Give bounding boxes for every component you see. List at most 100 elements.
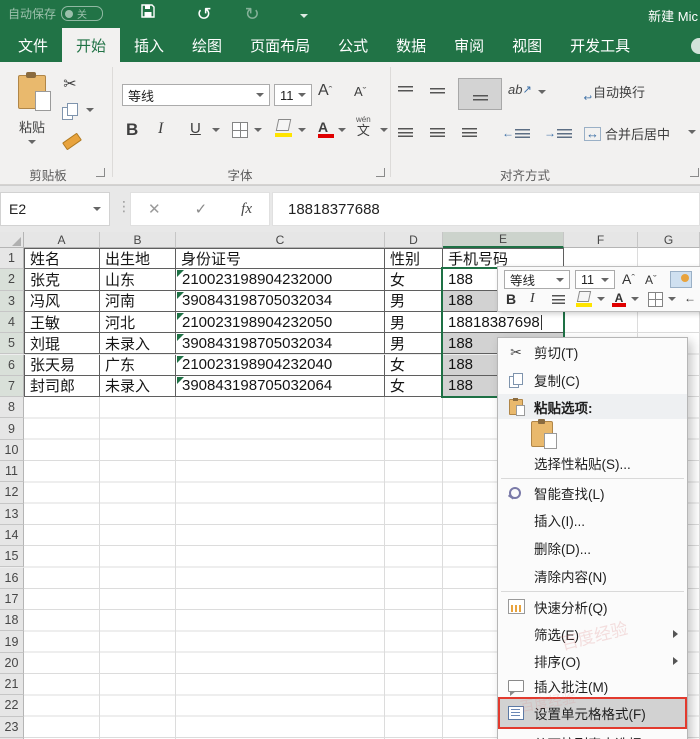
tab-view[interactable]: 视图 [498, 28, 556, 62]
tab-review[interactable]: 审阅 [440, 28, 498, 62]
row-header-13[interactable]: 13 [0, 504, 24, 525]
phonetic-dropdown-icon[interactable] [380, 128, 388, 132]
decrease-indent-button[interactable]: ← [502, 126, 530, 140]
column-header-F[interactable]: F [564, 232, 638, 248]
redo-icon[interactable]: ↻ [240, 3, 264, 25]
font-size-combo[interactable]: 11 [274, 84, 312, 106]
mini-increase-font-button[interactable]: A [622, 271, 635, 287]
merge-dropdown-icon[interactable] [688, 130, 696, 134]
insert-function-icon[interactable]: fx [241, 201, 252, 218]
row-header-17[interactable]: 17 [0, 589, 24, 610]
copy-button[interactable] [60, 102, 80, 120]
cell-D6[interactable]: 女 [385, 355, 443, 376]
mini-number-format-button[interactable]: ← [684, 291, 696, 305]
align-left-button[interactable] [398, 128, 413, 137]
cut-button[interactable]: ✂ [58, 74, 82, 94]
mini-fill-color-button[interactable] [576, 291, 592, 307]
middle-align-button[interactable] [430, 88, 445, 94]
row-header-11[interactable]: 11 [0, 461, 24, 482]
column-header-B[interactable]: B [100, 232, 176, 248]
row-header-4[interactable]: 4 [0, 312, 24, 333]
mini-font-color-dropdown-icon[interactable] [631, 297, 639, 301]
cell-A2[interactable]: 张克 [24, 269, 100, 290]
top-align-button[interactable] [398, 86, 413, 92]
row-header-16[interactable]: 16 [0, 568, 24, 589]
undo-icon[interactable]: ↺ [192, 3, 216, 25]
row-header-18[interactable]: 18 [0, 610, 24, 631]
column-header-D[interactable]: D [385, 232, 443, 248]
menu-item-paste-special[interactable]: 选择性粘贴(S)... [498, 449, 687, 477]
mini-format-painter-button[interactable] [670, 271, 692, 288]
tab-data[interactable]: 数据 [382, 28, 440, 62]
row-header-1[interactable]: 1 [0, 248, 24, 269]
menu-item-filter[interactable]: 筛选(E) [498, 620, 687, 647]
cell-C1[interactable]: 身份证号 [176, 248, 385, 269]
row-header-20[interactable]: 20 [0, 653, 24, 674]
tab-developer[interactable]: 开发工具 [556, 28, 644, 62]
underline-button[interactable]: U [190, 120, 201, 137]
borders-dropdown-icon[interactable] [254, 128, 262, 132]
menu-item-pick-from-list[interactable]: 从下拉列表中选择(K) [498, 729, 687, 739]
menu-item-cut[interactable]: ✂剪切(T) [498, 338, 687, 366]
mini-font-name-combo[interactable]: 等线 [504, 270, 570, 289]
wrap-text-button[interactable]: ↩ 自动换行 [588, 82, 645, 101]
menu-item-quick-analysis[interactable]: 快速分析(Q) [498, 593, 687, 620]
cell-B5[interactable]: 未录入 [100, 333, 176, 354]
save-icon[interactable] [136, 3, 160, 25]
row-header-8[interactable]: 8 [0, 397, 24, 418]
row-header-3[interactable]: 3 [0, 291, 24, 312]
mini-font-size-combo[interactable]: 11 [575, 270, 615, 289]
cell-D2[interactable]: 女 [385, 269, 443, 290]
mini-decrease-font-button[interactable]: A [645, 273, 657, 287]
merge-center-button[interactable]: ↔ 合并后居中 [584, 124, 670, 143]
bold-button[interactable]: B [126, 120, 138, 140]
cell-B6[interactable]: 广东 [100, 355, 176, 376]
cell-A3[interactable]: 冯风 [24, 291, 100, 312]
clipboard-dialog-launcher-icon[interactable] [96, 168, 105, 177]
column-header-E[interactable]: E [443, 232, 564, 248]
menu-item-paste-keep-source[interactable] [498, 419, 687, 449]
underline-dropdown-icon[interactable] [212, 128, 220, 132]
row-header-14[interactable]: 14 [0, 525, 24, 546]
cell-C5[interactable]: 390843198705032034 [176, 333, 385, 354]
cell-C4[interactable]: 210023198904232050 [176, 312, 385, 333]
autosave-toggle[interactable]: 自动保存 关 [8, 5, 103, 22]
font-dialog-launcher-icon[interactable] [376, 168, 385, 177]
menu-item-sort[interactable]: 排序(O) [498, 647, 687, 674]
tab-draw[interactable]: 绘图 [178, 28, 236, 62]
menu-item-insert-comment[interactable]: 插入批注(M) [498, 674, 687, 697]
cell-B2[interactable]: 山东 [100, 269, 176, 290]
menu-item-format-cells[interactable]: 设置单元格格式(F) [498, 697, 687, 729]
cell-A6[interactable]: 张天易 [24, 355, 100, 376]
row-header-10[interactable]: 10 [0, 440, 24, 461]
menu-item-paste-options[interactable]: 粘贴选项: [498, 394, 687, 419]
cell-A7[interactable]: 封司郎 [24, 376, 100, 397]
align-center-button[interactable] [430, 128, 445, 137]
column-header-A[interactable]: A [24, 232, 100, 248]
enter-icon[interactable]: ✓ [195, 200, 208, 218]
cell-C3[interactable]: 390843198705032034 [176, 291, 385, 312]
row-header-19[interactable]: 19 [0, 631, 24, 652]
qat-more-icon[interactable] [292, 3, 316, 25]
cell-B4[interactable]: 河北 [100, 312, 176, 333]
alignment-dialog-launcher-icon[interactable] [690, 168, 699, 177]
align-right-button[interactable] [462, 128, 477, 137]
cell-C7[interactable]: 390843198705032064 [176, 376, 385, 397]
help-icon[interactable] [691, 38, 700, 54]
row-header-2[interactable]: 2 [0, 269, 24, 290]
fill-color-button[interactable] [274, 118, 292, 138]
cell-A1[interactable]: 姓名 [24, 248, 100, 269]
cell-E4[interactable]: 18818387698 [443, 312, 564, 333]
formula-bar-handle[interactable]: ⋮ [117, 198, 131, 215]
row-header-12[interactable]: 12 [0, 482, 24, 503]
bottom-align-button[interactable] [458, 78, 502, 110]
name-box[interactable]: E2 [0, 192, 110, 226]
decrease-font-button[interactable]: A [354, 84, 366, 99]
column-header-G[interactable]: G [638, 232, 700, 248]
row-header-7[interactable]: 7 [0, 376, 24, 397]
phonetic-guide-button[interactable]: wén 文 [356, 116, 371, 137]
row-header-21[interactable]: 21 [0, 674, 24, 695]
cell-B7[interactable]: 未录入 [100, 376, 176, 397]
cell-C2[interactable]: 210023198904232000 [176, 269, 385, 290]
mini-font-color-button[interactable]: A [612, 291, 626, 307]
